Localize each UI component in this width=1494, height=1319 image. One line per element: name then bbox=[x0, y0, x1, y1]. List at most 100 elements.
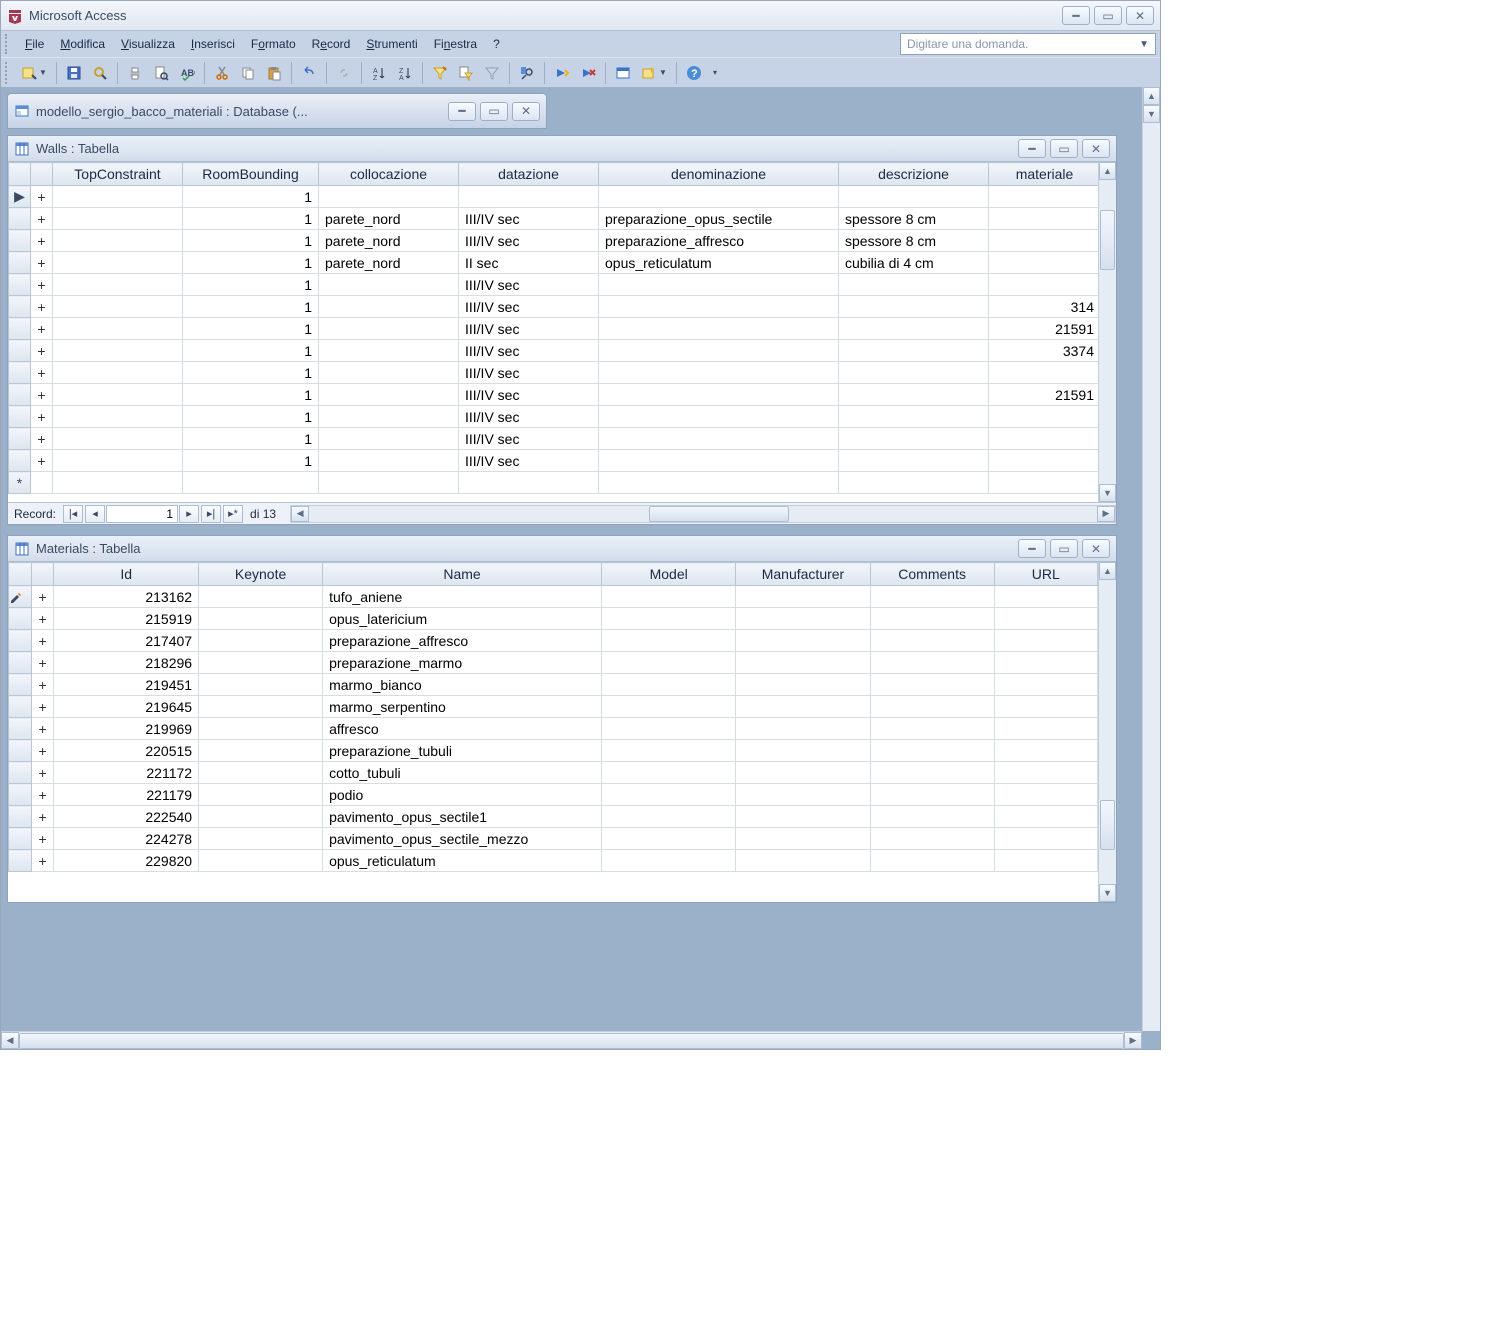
cell[interactable]: 1 bbox=[183, 274, 319, 296]
help-button[interactable]: ? bbox=[682, 61, 706, 85]
cell[interactable] bbox=[994, 652, 1097, 674]
row-selector[interactable]: ▶ bbox=[9, 186, 31, 208]
cell[interactable] bbox=[602, 784, 736, 806]
cell[interactable] bbox=[870, 718, 994, 740]
cell[interactable]: 218296 bbox=[54, 652, 199, 674]
cell[interactable] bbox=[870, 652, 994, 674]
cell[interactable] bbox=[599, 362, 839, 384]
cell[interactable] bbox=[994, 674, 1097, 696]
cell[interactable] bbox=[870, 696, 994, 718]
cell[interactable] bbox=[839, 186, 989, 208]
cell[interactable]: pavimento_opus_sectile1 bbox=[323, 806, 602, 828]
row-selector[interactable] bbox=[9, 784, 32, 806]
cell[interactable]: 21591 bbox=[989, 318, 1101, 340]
cell[interactable] bbox=[599, 450, 839, 472]
cell[interactable] bbox=[736, 762, 870, 784]
cell[interactable] bbox=[199, 674, 323, 696]
recnav-prev-button[interactable]: ◂ bbox=[85, 505, 105, 523]
cell[interactable] bbox=[989, 274, 1101, 296]
cell[interactable]: cubilia di 4 cm bbox=[839, 252, 989, 274]
walls-restore-button[interactable]: ▭ bbox=[1050, 139, 1078, 158]
cell[interactable]: 1 bbox=[183, 186, 319, 208]
row-selector[interactable] bbox=[9, 696, 32, 718]
scroll-up-icon[interactable]: ▲ bbox=[1099, 562, 1116, 580]
scroll-down-icon[interactable]: ▼ bbox=[1099, 884, 1116, 902]
cell[interactable] bbox=[989, 208, 1101, 230]
walls-close-button[interactable]: ✕ bbox=[1082, 139, 1110, 158]
row-selector[interactable] bbox=[9, 428, 31, 450]
recnav-last-button[interactable]: ▸| bbox=[201, 505, 221, 523]
scroll-up-icon[interactable]: ▲ bbox=[1099, 162, 1116, 180]
row-selector[interactable] bbox=[9, 274, 31, 296]
cell[interactable]: tufo_aniene bbox=[323, 586, 602, 608]
undo-button[interactable] bbox=[297, 61, 321, 85]
row-selector[interactable] bbox=[9, 850, 32, 872]
expand-button[interactable]: + bbox=[31, 828, 54, 850]
menu-tools[interactable]: Strumenti bbox=[358, 34, 425, 54]
table-row[interactable]: +1parete_nordIII/IV secpreparazione_opus… bbox=[9, 208, 1101, 230]
new-object-button[interactable]: ▼ bbox=[637, 61, 671, 85]
row-selector[interactable] bbox=[9, 230, 31, 252]
row-selector[interactable] bbox=[9, 252, 31, 274]
search-button[interactable] bbox=[88, 61, 112, 85]
mdi-vscroll[interactable]: ▲ ▼ bbox=[1142, 87, 1160, 1031]
row-selector[interactable] bbox=[9, 630, 32, 652]
cell[interactable] bbox=[599, 318, 839, 340]
cell[interactable] bbox=[870, 784, 994, 806]
cell[interactable] bbox=[989, 406, 1101, 428]
menu-help[interactable]: ? bbox=[485, 34, 508, 54]
cell[interactable]: parete_nord bbox=[319, 230, 459, 252]
cell[interactable] bbox=[599, 340, 839, 362]
cell[interactable] bbox=[989, 428, 1101, 450]
col-id[interactable]: Id bbox=[54, 563, 199, 586]
cell[interactable]: pavimento_opus_sectile_mezzo bbox=[323, 828, 602, 850]
cell[interactable] bbox=[989, 450, 1101, 472]
cell[interactable] bbox=[53, 340, 183, 362]
cell[interactable] bbox=[994, 740, 1097, 762]
toolbar-options-button[interactable]: ▾ bbox=[708, 61, 720, 85]
table-row[interactable]: +221179podio bbox=[9, 784, 1098, 806]
cell[interactable] bbox=[839, 296, 989, 318]
table-row[interactable]: +222540pavimento_opus_sectile1 bbox=[9, 806, 1098, 828]
cell[interactable] bbox=[53, 296, 183, 318]
cell[interactable]: 1 bbox=[183, 230, 319, 252]
cell[interactable]: III/IV sec bbox=[459, 340, 599, 362]
cell[interactable]: III/IV sec bbox=[459, 384, 599, 406]
cell[interactable] bbox=[599, 186, 839, 208]
table-row[interactable]: +213162tufo_aniene bbox=[9, 586, 1098, 608]
cell[interactable] bbox=[994, 828, 1097, 850]
cell[interactable] bbox=[599, 428, 839, 450]
cell[interactable] bbox=[53, 274, 183, 296]
table-row[interactable]: +1III/IV sec bbox=[9, 406, 1101, 428]
row-selector-editing-icon[interactable] bbox=[9, 586, 32, 608]
cell[interactable]: spessore 8 cm bbox=[839, 208, 989, 230]
col-keynote[interactable]: Keynote bbox=[199, 563, 323, 586]
table-row[interactable]: +1III/IV sec bbox=[9, 428, 1101, 450]
table-row[interactable]: +1III/IV sec21591 bbox=[9, 318, 1101, 340]
table-row[interactable]: +1parete_nordIII/IV secpreparazione_affr… bbox=[9, 230, 1101, 252]
expand-button[interactable]: + bbox=[31, 318, 53, 340]
cell[interactable]: III/IV sec bbox=[459, 230, 599, 252]
walls-titlebar[interactable]: Walls : Tabella ━ ▭ ✕ bbox=[8, 136, 1116, 162]
cell[interactable]: marmo_bianco bbox=[323, 674, 602, 696]
scroll-thumb[interactable] bbox=[1100, 800, 1115, 850]
row-selector[interactable] bbox=[9, 318, 31, 340]
cell[interactable] bbox=[994, 762, 1097, 784]
cell[interactable] bbox=[736, 586, 870, 608]
col-collocazione[interactable]: collocazione bbox=[319, 163, 459, 186]
cell[interactable] bbox=[53, 208, 183, 230]
cell[interactable] bbox=[989, 230, 1101, 252]
save-button[interactable] bbox=[62, 61, 86, 85]
cell[interactable]: 1 bbox=[183, 252, 319, 274]
cell[interactable] bbox=[839, 384, 989, 406]
cell[interactable] bbox=[736, 608, 870, 630]
cell[interactable] bbox=[199, 696, 323, 718]
table-row[interactable]: +220515preparazione_tubuli bbox=[9, 740, 1098, 762]
cell[interactable]: III/IV sec bbox=[459, 362, 599, 384]
menu-insert[interactable]: Inserisci bbox=[183, 34, 243, 54]
walls-vscroll[interactable]: ▲ ▼ bbox=[1098, 162, 1116, 502]
table-row[interactable]: +219451marmo_bianco bbox=[9, 674, 1098, 696]
new-record-row[interactable]: * bbox=[9, 472, 1101, 494]
cell[interactable] bbox=[319, 186, 459, 208]
cell[interactable] bbox=[870, 608, 994, 630]
